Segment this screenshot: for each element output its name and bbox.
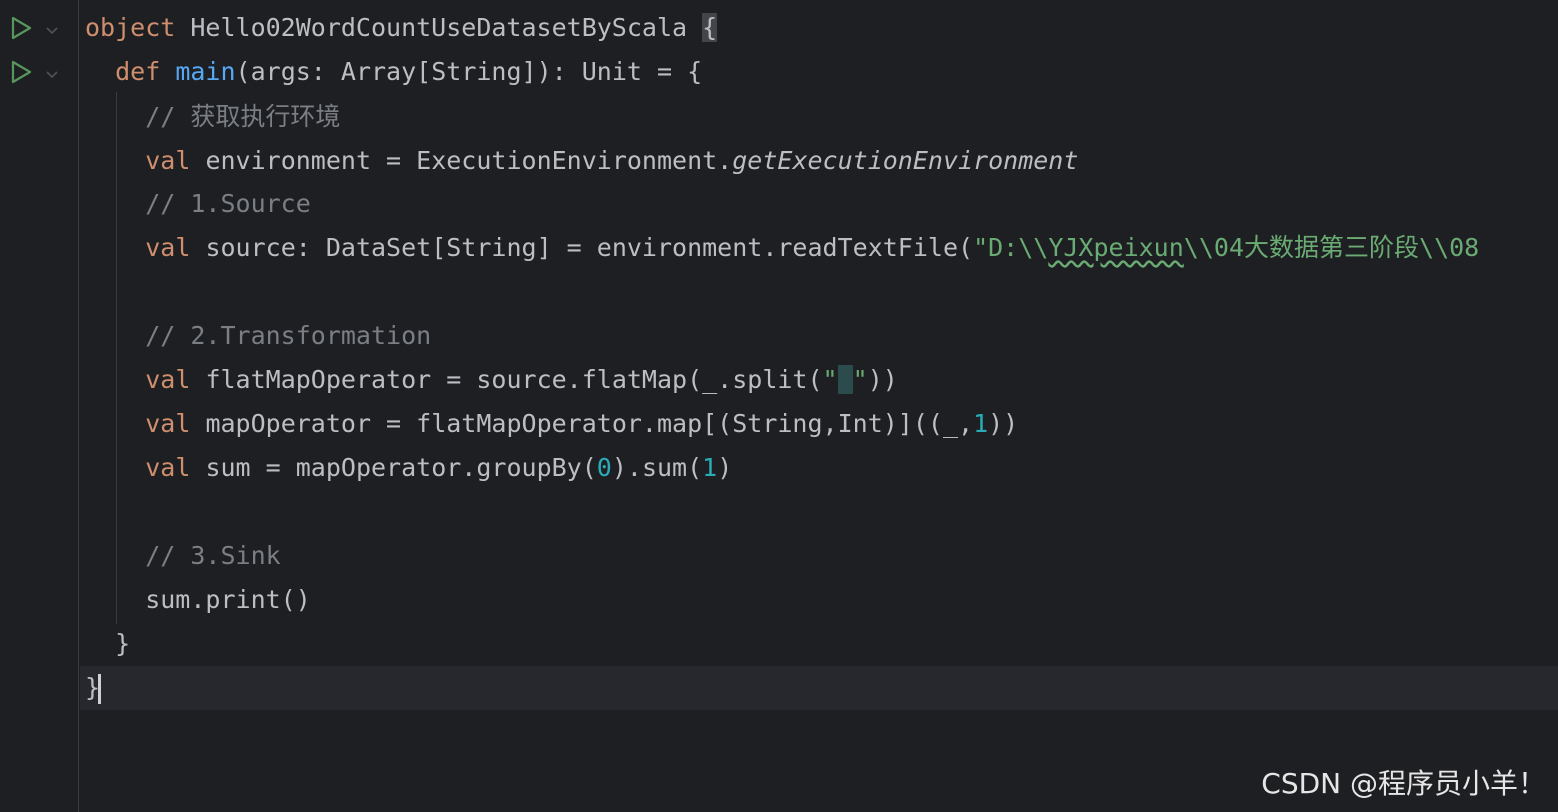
code-token: ).sum( — [611, 453, 703, 482]
code-token: // 1.Source — [145, 189, 311, 218]
run-play-icon[interactable] — [8, 59, 34, 85]
run-play-icon[interactable] — [8, 15, 34, 41]
code-token: mapOperator = flatMapOperator.map[(Strin… — [205, 409, 974, 438]
code-token: ) — [717, 453, 733, 482]
code-token: 1 — [973, 409, 989, 438]
code-token: \\04 — [1183, 233, 1245, 262]
code-token: source: DataSet[String] = environment.re… — [205, 233, 974, 262]
code-token: (args: Array[String]): Unit = { — [235, 57, 703, 86]
code-token: } — [85, 629, 131, 658]
code-token: // 3.Sink — [145, 541, 281, 570]
code-line[interactable]: } — [80, 666, 1558, 710]
code-token: val — [145, 146, 206, 175]
code-token: val — [145, 233, 206, 262]
code-token: " — [852, 365, 868, 394]
fold-chevron-icon[interactable] — [44, 66, 60, 82]
code-token: val — [145, 409, 206, 438]
code-token: def — [115, 57, 176, 86]
code-token: // — [145, 102, 191, 131]
code-token: Hello02WordCountUseDatasetByScala — [190, 13, 703, 42]
code-line[interactable]: // 获取执行环境 — [80, 95, 1558, 139]
code-line[interactable]: val environment = ExecutionEnvironment.g… — [80, 139, 1558, 183]
code-token: // 2.Transformation — [145, 321, 432, 350]
code-token: 大数据第三阶段 — [1244, 233, 1420, 262]
code-line[interactable] — [80, 270, 1558, 314]
code-line[interactable]: val sum = mapOperator.groupBy(0).sum(1) — [80, 446, 1558, 490]
code-token: )) — [867, 365, 898, 394]
code-token: { — [702, 13, 718, 42]
code-token: YJXpeixun — [1048, 233, 1184, 262]
code-token: environment = ExecutionEnvironment. — [205, 146, 733, 175]
code-line[interactable]: val mapOperator = flatMapOperator.map[(S… — [80, 402, 1558, 446]
code-token: val — [145, 453, 206, 482]
fold-chevron-icon[interactable] — [44, 22, 60, 38]
code-line[interactable]: // 3.Sink — [80, 534, 1558, 578]
code-token: 0 — [596, 453, 612, 482]
code-line[interactable]: // 1.Source — [80, 182, 1558, 226]
editor-gutter — [0, 0, 79, 812]
code-line[interactable]: val flatMapOperator = source.flatMap(_.s… — [80, 358, 1558, 402]
code-token: \\08 — [1419, 233, 1480, 262]
code-token: sum = mapOperator.groupBy( — [205, 453, 597, 482]
code-line[interactable]: sum.print() — [80, 578, 1558, 622]
watermark: CSDN @程序员小羊！ — [1261, 767, 1546, 800]
code-line[interactable]: val source: DataSet[String] = environmen… — [80, 226, 1558, 270]
code-token: )) — [988, 409, 1019, 438]
code-line[interactable]: object Hello02WordCountUseDatasetByScala… — [80, 6, 1558, 50]
code-token — [837, 365, 853, 394]
code-line[interactable]: } — [80, 622, 1558, 666]
code-token: getExecutionEnvironment — [732, 146, 1079, 175]
code-token: "D:\\ — [973, 233, 1049, 262]
code-token: 获取执行环境 — [190, 102, 341, 131]
code-line[interactable]: def main(args: Array[String]): Unit = { — [80, 50, 1558, 94]
code-token: flatMapOperator = source.flatMap(_.split… — [205, 365, 823, 394]
code-token: main — [175, 57, 236, 86]
code-token: object — [85, 13, 191, 42]
code-line[interactable]: // 2.Transformation — [80, 314, 1558, 358]
code-editor[interactable]: object Hello02WordCountUseDatasetByScala… — [80, 0, 1558, 812]
code-token: val — [145, 365, 206, 394]
code-token: sum.print() — [85, 585, 311, 614]
code-token: 1 — [702, 453, 718, 482]
text-caret — [98, 674, 102, 704]
code-token: " — [822, 365, 838, 394]
code-line[interactable] — [80, 490, 1558, 534]
